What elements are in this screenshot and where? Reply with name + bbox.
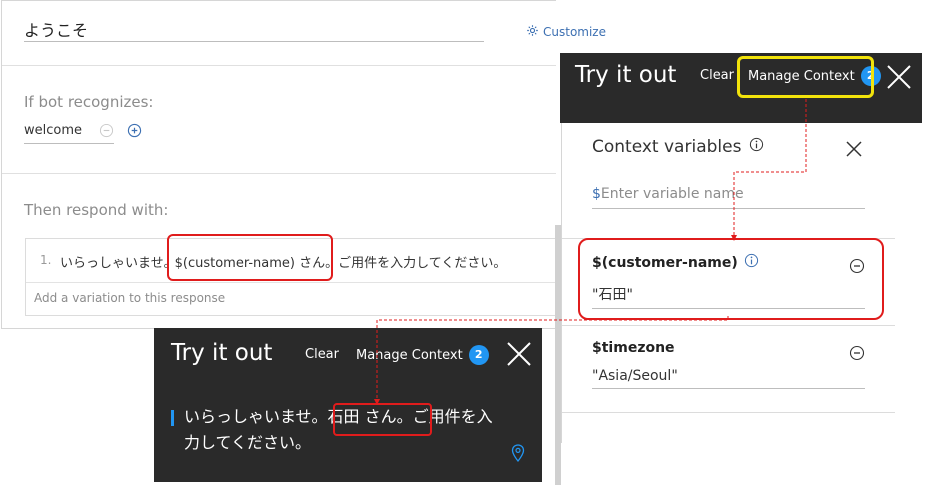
arrow-variable-to-message	[374, 316, 729, 405]
connector-arrows	[374, 99, 807, 405]
arrow-manage-to-variable	[731, 99, 807, 241]
